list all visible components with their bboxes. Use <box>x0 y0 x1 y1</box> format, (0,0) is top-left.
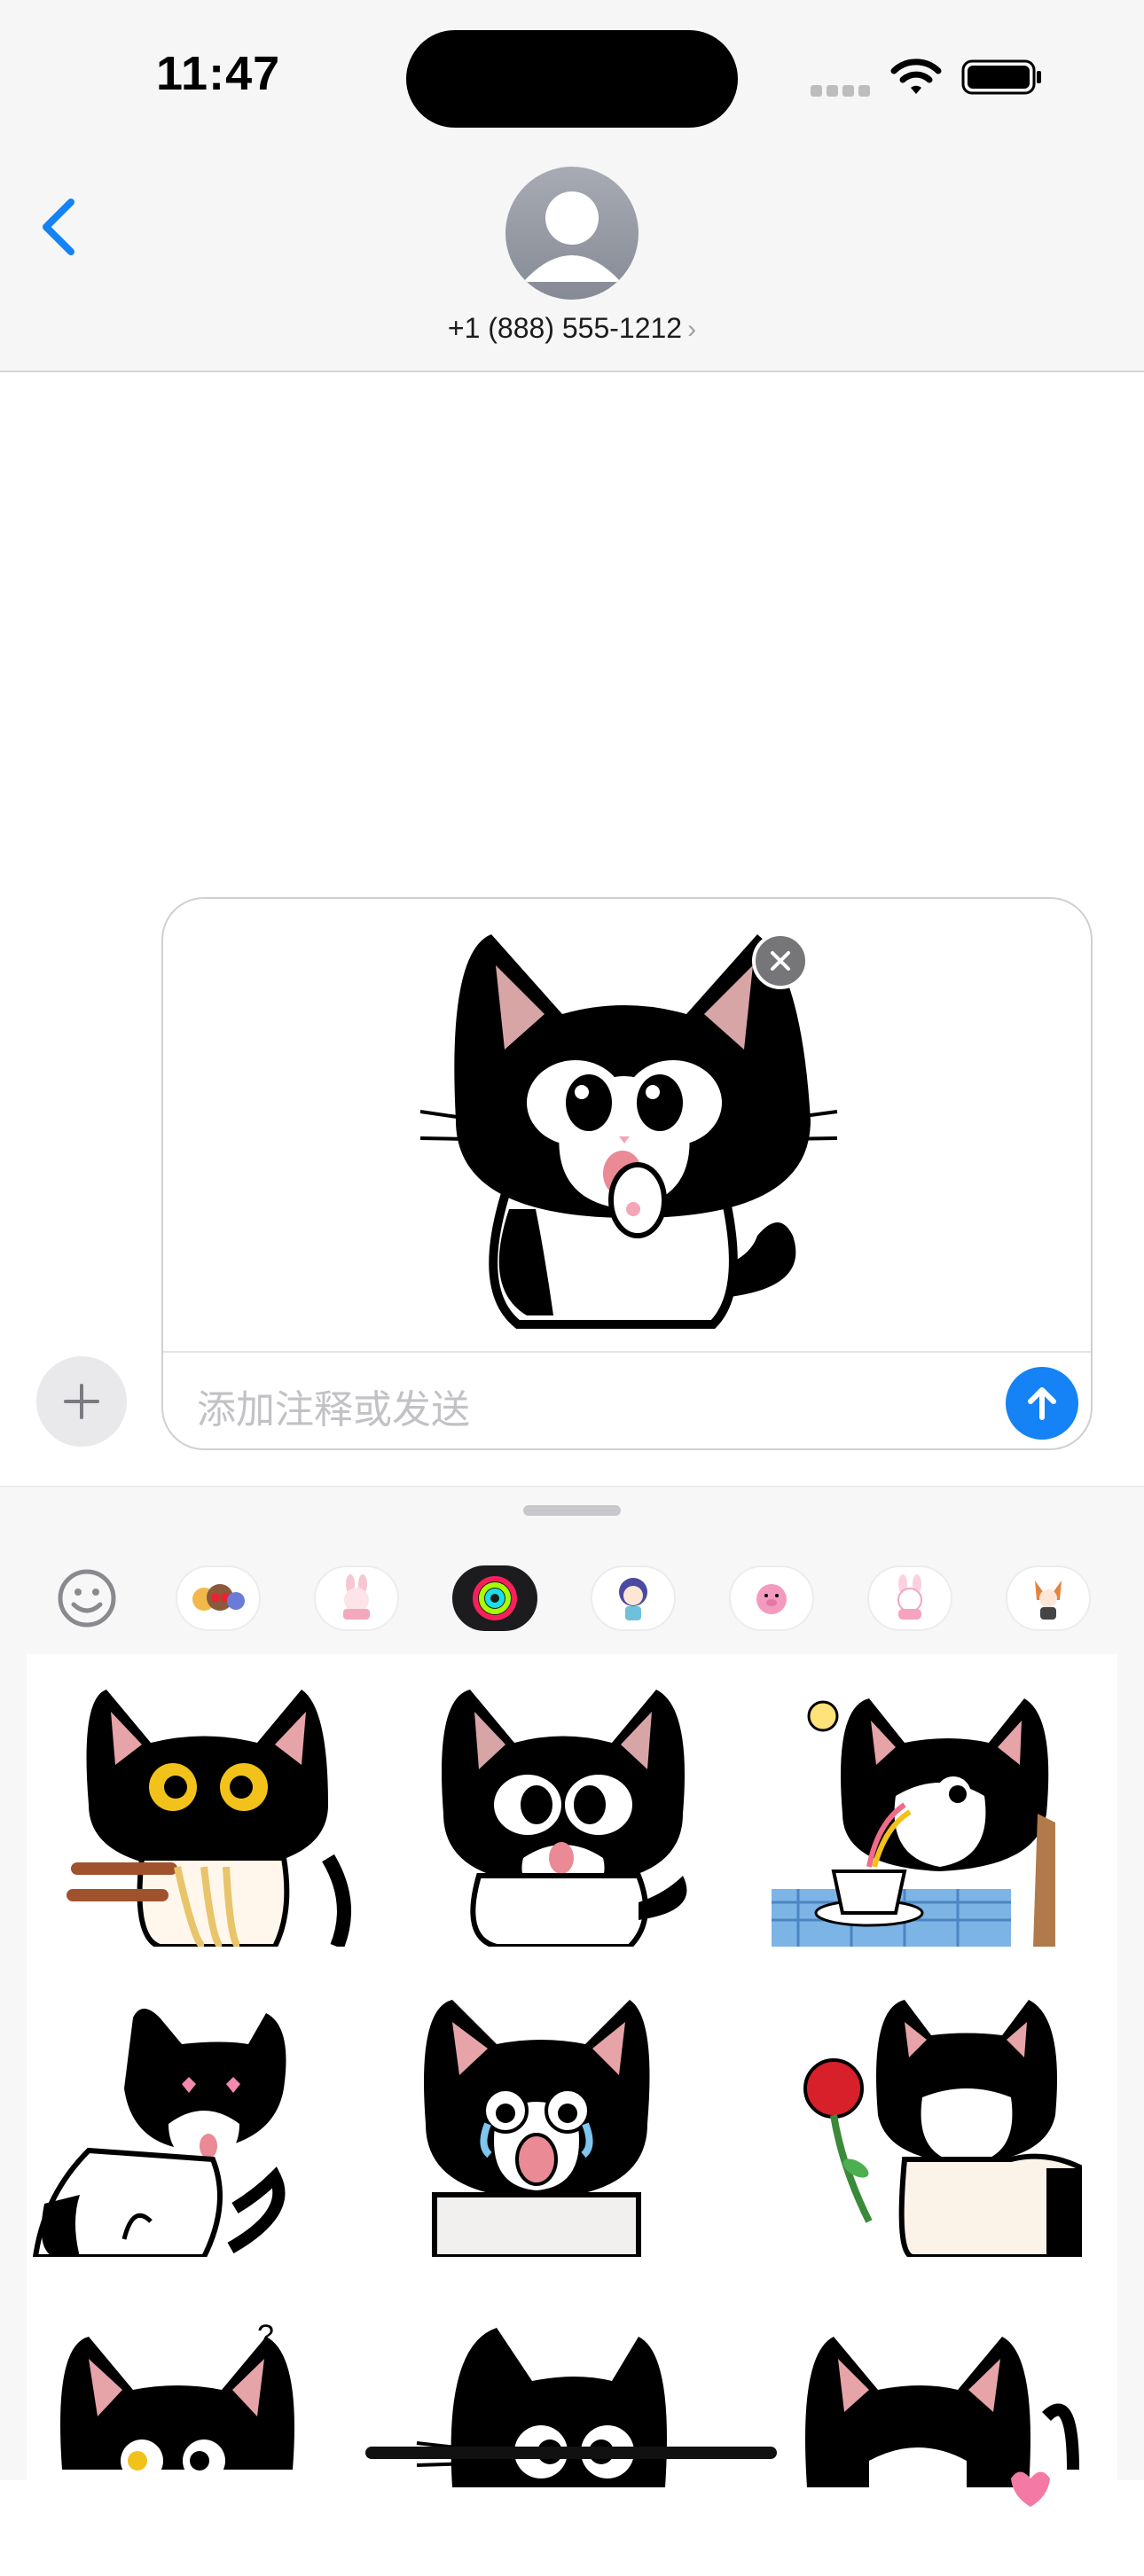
battery-icon <box>961 59 1041 95</box>
tab-pig-pack[interactable] <box>729 1565 814 1631</box>
send-button[interactable] <box>1006 1367 1078 1440</box>
activity-rings-icon <box>473 1576 517 1620</box>
message-input[interactable]: 添加注释或发送 <box>197 1378 470 1434</box>
sticker-tabs <box>0 1565 1144 1636</box>
sticker-drawer: ? <box>0 1486 1144 2507</box>
add-attachment-button[interactable] <box>36 1356 127 1447</box>
compose-field[interactable]: 添加注释或发送 <box>161 897 1093 1450</box>
home-indicator[interactable] <box>365 2447 777 2459</box>
plus-icon <box>64 1384 99 1419</box>
person-icon <box>523 191 621 282</box>
memoji-icon <box>192 1584 245 1611</box>
sticker-cat-heart-eyes[interactable] <box>27 1991 319 2257</box>
tab-memoji[interactable] <box>176 1565 261 1631</box>
tab-pink-bunny-pack[interactable] <box>867 1565 952 1631</box>
sticker-cat-with-hearts[interactable] <box>789 2310 1082 2576</box>
close-icon <box>771 951 790 971</box>
fox-girl-sticker-icon <box>1035 1581 1062 1620</box>
tab-anime-girl-pack[interactable] <box>591 1565 676 1631</box>
tab-emoji[interactable] <box>44 1565 129 1631</box>
conversation-header: 11:47 +1 (888) 555-1212 › <box>0 0 1144 372</box>
smiley-icon <box>58 1569 116 1628</box>
cellular-signal-icon <box>811 85 874 101</box>
tab-bunny-pack[interactable] <box>314 1565 399 1631</box>
remove-sticker-button[interactable] <box>752 933 809 989</box>
dynamic-island <box>406 30 738 128</box>
sticker-cat-crying-shocked[interactable] <box>390 1991 683 2257</box>
sticker-cat-surprised[interactable] <box>399 2310 692 2576</box>
sticker-cat-confused[interactable]: ? <box>35 2310 328 2576</box>
pink-bunny-sticker-icon <box>897 1574 922 1620</box>
tab-activity[interactable] <box>452 1565 537 1631</box>
chevron-right-icon: › <box>687 315 697 344</box>
contact-avatar[interactable] <box>505 167 639 300</box>
anime-girl-sticker-icon <box>619 1578 647 1620</box>
contact-number: +1 (888) 555-1212 <box>447 312 683 344</box>
status-time: 11:47 <box>156 47 281 100</box>
back-button[interactable] <box>35 195 85 259</box>
sticker-cat-eating-noodles[interactable] <box>62 1681 355 1947</box>
sticker-cat-licking-paw[interactable] <box>417 1681 709 1947</box>
bunny-sticker-icon <box>343 1574 370 1620</box>
sticker-cat-with-rose[interactable] <box>789 1991 1082 2257</box>
pink-pig-sticker-icon <box>756 1584 787 1614</box>
sticker-cat-with-coffee-idea[interactable] <box>772 1681 1064 1947</box>
drawer-grabber[interactable] <box>523 1505 621 1516</box>
wifi-icon <box>890 59 942 94</box>
compose-divider <box>163 1351 1091 1353</box>
sticker-grid: ? <box>27 1654 1117 2507</box>
contact-name[interactable]: +1 (888) 555-1212 › <box>0 312 1144 345</box>
arrow-up-icon <box>1028 1387 1056 1420</box>
tab-fox-girl-pack[interactable] <box>1006 1565 1091 1631</box>
